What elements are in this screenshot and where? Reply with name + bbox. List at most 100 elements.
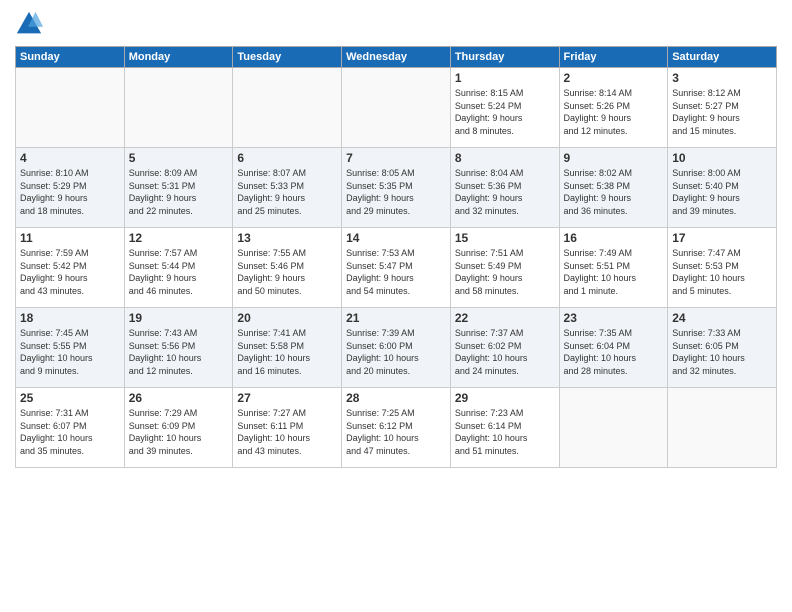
day-number: 13 [237, 231, 337, 245]
day-header-thursday: Thursday [450, 47, 559, 68]
calendar-cell: 6 Sunrise: 8:07 AMSunset: 5:33 PMDaylight… [233, 148, 342, 228]
day-number: 27 [237, 391, 337, 405]
day-number: 12 [129, 231, 229, 245]
calendar-table: SundayMondayTuesdayWednesdayThursdayFrid… [15, 46, 777, 468]
calendar-cell: 11 Sunrise: 7:59 AMSunset: 5:42 PMDayligh… [16, 228, 125, 308]
cell-info: Sunrise: 7:45 AMSunset: 5:55 PMDaylight:… [20, 327, 120, 377]
calendar-cell: 21Sunrise: 7:39 AMSunset: 6:00 PMDayligh… [342, 308, 451, 388]
day-number: 23 [564, 311, 664, 325]
cell-info: Sunrise: 7:31 AMSunset: 6:07 PMDaylight:… [20, 407, 120, 457]
cell-info: Sunrise: 7:47 AMSunset: 5:53 PMDaylight:… [672, 247, 772, 297]
day-number: 3 [672, 71, 772, 85]
calendar-cell [124, 68, 233, 148]
calendar-cell: 3 Sunrise: 8:12 AMSunset: 5:27 PMDaylight… [668, 68, 777, 148]
cell-info: Sunrise: 7:51 AMSunset: 5:49 PMDaylight:… [455, 247, 555, 297]
day-number: 21 [346, 311, 446, 325]
logo-icon [15, 10, 43, 38]
calendar-cell: 18 Sunrise: 7:45 AMSunset: 5:55 PMDayligh… [16, 308, 125, 388]
week-row-5: 25 Sunrise: 7:31 AMSunset: 6:07 PMDayligh… [16, 388, 777, 468]
cell-info: Sunrise: 8:07 AMSunset: 5:33 PMDaylight:… [237, 167, 337, 217]
day-number: 25 [20, 391, 120, 405]
week-row-3: 11 Sunrise: 7:59 AMSunset: 5:42 PMDayligh… [16, 228, 777, 308]
day-number: 9 [564, 151, 664, 165]
calendar-cell: 17 Sunrise: 7:47 AMSunset: 5:53 PMDayligh… [668, 228, 777, 308]
calendar-cell: 4 Sunrise: 8:10 AMSunset: 5:29 PMDaylight… [16, 148, 125, 228]
day-headers-row: SundayMondayTuesdayWednesdayThursdayFrid… [16, 47, 777, 68]
cell-info: Sunrise: 7:37 AMSunset: 6:02 PMDaylight:… [455, 327, 555, 377]
header [15, 10, 777, 38]
calendar-cell: 22 Sunrise: 7:37 AMSunset: 6:02 PMDayligh… [450, 308, 559, 388]
calendar-cell: 2 Sunrise: 8:14 AMSunset: 5:26 PMDaylight… [559, 68, 668, 148]
cell-info: Sunrise: 8:09 AMSunset: 5:31 PMDaylight:… [129, 167, 229, 217]
day-number: 18 [20, 311, 120, 325]
day-header-saturday: Saturday [668, 47, 777, 68]
calendar-cell [342, 68, 451, 148]
calendar-cell: 28 Sunrise: 7:25 AMSunset: 6:12 PMDayligh… [342, 388, 451, 468]
day-number: 11 [20, 231, 120, 245]
calendar-cell: 9 Sunrise: 8:02 AMSunset: 5:38 PMDaylight… [559, 148, 668, 228]
day-number: 8 [455, 151, 555, 165]
calendar-header: SundayMondayTuesdayWednesdayThursdayFrid… [16, 47, 777, 68]
cell-info: Sunrise: 8:14 AMSunset: 5:26 PMDaylight:… [564, 87, 664, 137]
cell-info: Sunrise: 7:33 AMSunset: 6:05 PMDaylight:… [672, 327, 772, 377]
calendar-cell: 15 Sunrise: 7:51 AMSunset: 5:49 PMDayligh… [450, 228, 559, 308]
calendar-cell: 23 Sunrise: 7:35 AMSunset: 6:04 PMDayligh… [559, 308, 668, 388]
day-number: 26 [129, 391, 229, 405]
day-number: 19 [129, 311, 229, 325]
day-number: 6 [237, 151, 337, 165]
day-number: 4 [20, 151, 120, 165]
cell-info: Sunrise: 7:43 AMSunset: 5:56 PMDaylight:… [129, 327, 229, 377]
day-number: 1 [455, 71, 555, 85]
day-header-sunday: Sunday [16, 47, 125, 68]
calendar-cell: 19 Sunrise: 7:43 AMSunset: 5:56 PMDayligh… [124, 308, 233, 388]
day-number: 10 [672, 151, 772, 165]
calendar-body: 1 Sunrise: 8:15 AMSunset: 5:24 PMDaylight… [16, 68, 777, 468]
logo [15, 10, 47, 38]
cell-info: Sunrise: 7:27 AMSunset: 6:11 PMDaylight:… [237, 407, 337, 457]
calendar-cell: 26 Sunrise: 7:29 AMSunset: 6:09 PMDayligh… [124, 388, 233, 468]
day-number: 15 [455, 231, 555, 245]
day-number: 5 [129, 151, 229, 165]
cell-info: Sunrise: 8:12 AMSunset: 5:27 PMDaylight:… [672, 87, 772, 137]
day-number: 16 [564, 231, 664, 245]
day-number: 22 [455, 311, 555, 325]
day-header-monday: Monday [124, 47, 233, 68]
cell-info: Sunrise: 8:00 AMSunset: 5:40 PMDaylight:… [672, 167, 772, 217]
calendar-cell [16, 68, 125, 148]
day-header-friday: Friday [559, 47, 668, 68]
day-number: 14 [346, 231, 446, 245]
calendar-cell: 29Sunrise: 7:23 AMSunset: 6:14 PMDayligh… [450, 388, 559, 468]
day-number: 7 [346, 151, 446, 165]
day-number: 29 [455, 391, 555, 405]
week-row-2: 4 Sunrise: 8:10 AMSunset: 5:29 PMDaylight… [16, 148, 777, 228]
calendar-cell: 5 Sunrise: 8:09 AMSunset: 5:31 PMDaylight… [124, 148, 233, 228]
week-row-1: 1 Sunrise: 8:15 AMSunset: 5:24 PMDaylight… [16, 68, 777, 148]
cell-info: Sunrise: 7:59 AMSunset: 5:42 PMDaylight:… [20, 247, 120, 297]
cell-info: Sunrise: 7:41 AMSunset: 5:58 PMDaylight:… [237, 327, 337, 377]
calendar-cell: 1 Sunrise: 8:15 AMSunset: 5:24 PMDaylight… [450, 68, 559, 148]
cell-info: Sunrise: 7:25 AMSunset: 6:12 PMDaylight:… [346, 407, 446, 457]
cell-info: Sunrise: 7:55 AMSunset: 5:46 PMDaylight:… [237, 247, 337, 297]
calendar-cell: 20Sunrise: 7:41 AMSunset: 5:58 PMDayligh… [233, 308, 342, 388]
cell-info: Sunrise: 8:05 AMSunset: 5:35 PMDaylight:… [346, 167, 446, 217]
cell-info: Sunrise: 7:29 AMSunset: 6:09 PMDaylight:… [129, 407, 229, 457]
calendar-cell: 25 Sunrise: 7:31 AMSunset: 6:07 PMDayligh… [16, 388, 125, 468]
calendar-cell: 14 Sunrise: 7:53 AMSunset: 5:47 PMDayligh… [342, 228, 451, 308]
calendar-cell [668, 388, 777, 468]
calendar-cell: 10 Sunrise: 8:00 AMSunset: 5:40 PMDayligh… [668, 148, 777, 228]
cell-info: Sunrise: 7:57 AMSunset: 5:44 PMDaylight:… [129, 247, 229, 297]
day-number: 28 [346, 391, 446, 405]
cell-info: Sunrise: 8:04 AMSunset: 5:36 PMDaylight:… [455, 167, 555, 217]
week-row-4: 18 Sunrise: 7:45 AMSunset: 5:55 PMDayligh… [16, 308, 777, 388]
cell-info: Sunrise: 7:49 AMSunset: 5:51 PMDaylight:… [564, 247, 664, 297]
cell-info: Sunrise: 8:02 AMSunset: 5:38 PMDaylight:… [564, 167, 664, 217]
cell-info: Sunrise: 8:15 AMSunset: 5:24 PMDaylight:… [455, 87, 555, 137]
calendar-cell [233, 68, 342, 148]
day-number: 17 [672, 231, 772, 245]
cell-info: Sunrise: 7:35 AMSunset: 6:04 PMDaylight:… [564, 327, 664, 377]
cell-info: Sunrise: 7:53 AMSunset: 5:47 PMDaylight:… [346, 247, 446, 297]
day-number: 2 [564, 71, 664, 85]
calendar-cell: 27 Sunrise: 7:27 AMSunset: 6:11 PMDayligh… [233, 388, 342, 468]
page: SundayMondayTuesdayWednesdayThursdayFrid… [0, 0, 792, 612]
cell-info: Sunrise: 8:10 AMSunset: 5:29 PMDaylight:… [20, 167, 120, 217]
